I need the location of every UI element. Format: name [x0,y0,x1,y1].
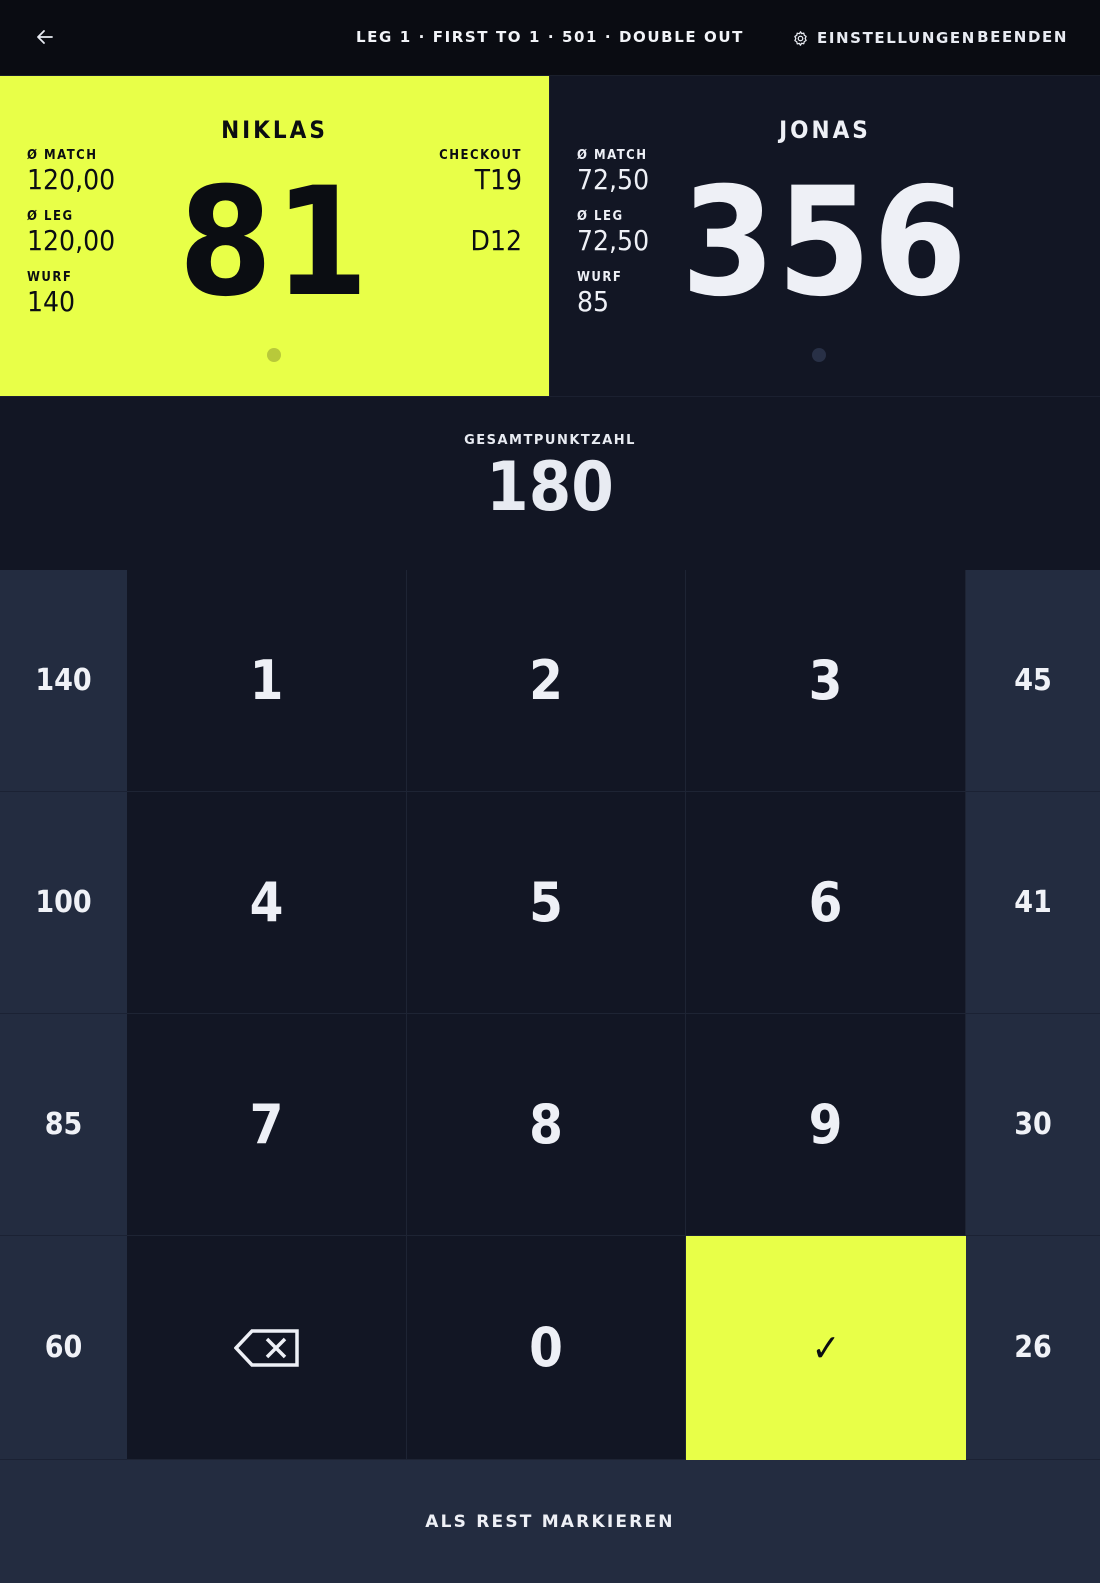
settings-label: EINSTELLUNGEN [817,29,976,47]
digit-button-4[interactable]: 4 [127,792,407,1014]
player-card-jonas: JONAS Ø MATCH 72,50 Ø LEG 72,50 WURF 85 … [549,76,1100,396]
digit-button-0[interactable]: 0 [407,1236,686,1460]
player-name: NIKLAS [221,116,328,144]
inactive-indicator [812,348,826,362]
total-score-panel: GESAMTPUNKTZAHL 180 [0,396,1100,571]
digit-button-5[interactable]: 5 [407,792,686,1014]
end-button[interactable]: BEENDEN [977,28,1068,46]
backspace-button[interactable] [127,1236,407,1460]
checkout-label: CHECKOUT [439,148,522,163]
digit-button-1[interactable]: 1 [127,570,407,792]
settings-button[interactable]: EINSTELLUNGEN [792,26,976,50]
backspace-icon [233,1328,299,1367]
digit-button-3[interactable]: 3 [686,570,966,792]
active-indicator [267,348,281,362]
digit-button-6[interactable]: 6 [686,792,966,1014]
player-score: 356 [681,156,969,330]
checkout-suggestion: CHECKOUT T19 D12 [439,148,522,257]
stat-label-match-avg: Ø MATCH [27,148,98,163]
quick-score-button[interactable]: 60 [0,1236,127,1460]
confirm-button[interactable]: ✓ [686,1236,966,1460]
quick-score-button[interactable]: 30 [966,1014,1100,1236]
player-name: JONAS [779,116,871,144]
digit-button-9[interactable]: 9 [686,1014,966,1236]
gear-icon [794,30,807,46]
stat-label-match-avg: Ø MATCH [577,148,648,163]
player-card-niklas: NIKLAS Ø MATCH 120,00 Ø LEG 120,00 WURF … [0,76,549,396]
score-keypad: 140 100 85 60 1 2 3 4 5 6 7 8 9 0 ✓ 45 4… [0,570,1100,1460]
quick-score-button[interactable]: 85 [0,1014,127,1236]
quick-score-button[interactable]: 100 [0,792,127,1014]
check-icon: ✓ [811,1326,841,1370]
total-score-value: 180 [486,448,614,527]
checkout-dart-2: D12 [470,224,522,257]
quick-score-button[interactable]: 41 [966,792,1100,1014]
checkout-dart-1: T19 [474,163,522,196]
mark-as-rest-button[interactable]: ALS REST MARKIEREN [0,1460,1100,1583]
quick-score-button[interactable]: 140 [0,570,127,792]
total-score-label: GESAMTPUNKTZAHL [464,433,636,448]
digit-button-2[interactable]: 2 [407,570,686,792]
quick-score-button[interactable]: 45 [966,570,1100,792]
digit-button-7[interactable]: 7 [127,1014,407,1236]
quick-score-button[interactable]: 26 [966,1236,1100,1460]
digit-button-8[interactable]: 8 [407,1014,686,1236]
top-bar: LEG 1 · FIRST TO 1 · 501 · DOUBLE OUT EI… [0,0,1100,76]
